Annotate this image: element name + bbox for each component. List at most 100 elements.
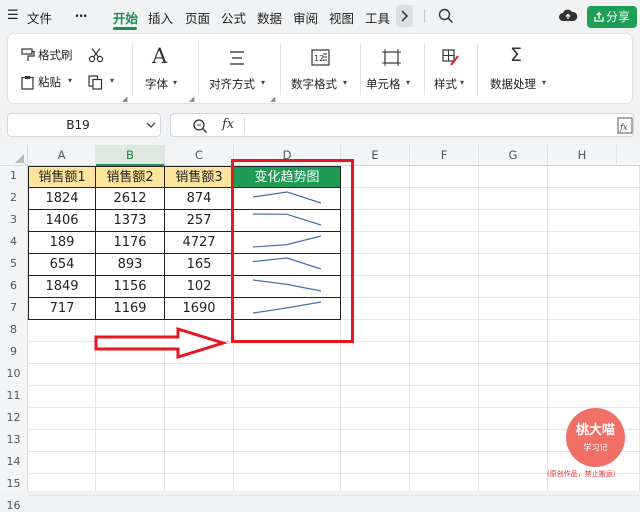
chevron-down-icon: ▾ <box>542 78 547 87</box>
styles-button[interactable]: 样式 ▾ <box>426 44 474 99</box>
gridline-horizontal <box>28 429 640 430</box>
data-cell[interactable]: 654 <box>28 254 96 276</box>
ribbon-divider <box>280 43 281 95</box>
data-cell[interactable]: 2612 <box>96 188 165 210</box>
data-cell[interactable]: 1849 <box>28 276 96 298</box>
data-cell[interactable]: 1406 <box>28 210 96 232</box>
spreadsheet-grid[interactable]: A B C D E F G H 1 2 3 4 5 6 7 8 9 10 11 12 13 14 15 16 … <box>0 145 640 512</box>
row-header[interactable]: 7 <box>0 301 27 314</box>
data-cell[interactable]: 102 <box>165 276 234 298</box>
gridline-vertical <box>547 166 548 491</box>
row-header[interactable]: 6 <box>0 279 27 292</box>
header-cell-a[interactable]: 销售额1 <box>28 166 96 188</box>
data-cell[interactable]: 874 <box>165 188 234 210</box>
expand-corner-icon[interactable]: ◢ <box>270 95 275 103</box>
data-cell[interactable]: 1373 <box>96 210 165 232</box>
data-cell[interactable]: 1176 <box>96 232 165 254</box>
header-cell-b[interactable]: 销售额2 <box>96 166 165 188</box>
row-headers: 1 2 3 4 5 6 7 8 9 10 11 12 13 14 15 16 <box>0 166 28 512</box>
row-header[interactable]: 12 <box>0 411 27 424</box>
data-cell[interactable]: 717 <box>28 298 96 320</box>
column-header-a[interactable]: A <box>28 145 96 166</box>
data-processing-label: 数据处理 <box>490 77 536 91</box>
data-cell[interactable]: 4727 <box>165 232 234 254</box>
column-header-h[interactable]: H <box>548 145 617 166</box>
font-button[interactable]: A 字体 ▾ <box>138 44 186 99</box>
column-header-b[interactable]: B <box>96 145 165 166</box>
search-icon[interactable] <box>438 8 454 24</box>
number-format-button[interactable]: 12 数字格式 ▾ <box>284 44 356 99</box>
select-all-triangle-icon <box>15 154 24 163</box>
row-header[interactable]: 4 <box>0 235 27 248</box>
font-label: 字体 <box>145 77 168 91</box>
cloud-sync-icon[interactable] <box>558 7 578 25</box>
data-cell[interactable]: 1690 <box>165 298 234 320</box>
row-header[interactable]: 15 <box>0 477 27 490</box>
tab-review[interactable]: 审阅 <box>293 8 318 27</box>
tab-formulas[interactable]: 公式 <box>221 8 246 27</box>
highlight-box <box>231 159 354 343</box>
tab-tools[interactable]: 工具 <box>365 8 390 27</box>
chevron-down-icon: ▾ <box>110 76 115 85</box>
row-header[interactable]: 5 <box>0 257 27 270</box>
ribbon-toolbar: 格式刷 粘贴 ▾ ▾ ◢ A 字体 ▾ ◢ 对齐方式 ▾ ◢ 12 数字格式 ▾… <box>7 33 633 104</box>
header-cell-c[interactable]: 销售额3 <box>165 166 234 188</box>
fx-icon[interactable]: fx <box>222 117 234 132</box>
cells-icon <box>382 49 401 66</box>
gridline-vertical <box>409 166 410 491</box>
share-icon <box>594 11 604 22</box>
name-box[interactable]: B19 <box>7 113 161 137</box>
format-painter-icon <box>21 48 35 61</box>
chevron-down-icon[interactable] <box>146 122 156 129</box>
row-header[interactable]: 2 <box>0 191 27 204</box>
menu-file[interactable]: 文件 <box>27 8 52 27</box>
data-processing-button[interactable]: Σ 数据处理 ▾ <box>482 44 554 99</box>
tab-home[interactable]: 开始 <box>113 8 138 27</box>
data-cell[interactable]: 165 <box>165 254 234 276</box>
row-header[interactable]: 9 <box>0 345 27 358</box>
formula-area: fx fx <box>170 113 634 137</box>
data-cell[interactable]: 189 <box>28 232 96 254</box>
gridline-horizontal <box>28 451 640 452</box>
more-tabs-button[interactable] <box>396 5 413 27</box>
column-header-g[interactable]: G <box>479 145 548 166</box>
row-header[interactable]: 14 <box>0 455 27 468</box>
row-header[interactable]: 11 <box>0 389 27 402</box>
tab-data[interactable]: 数据 <box>257 8 282 27</box>
column-header-f[interactable]: F <box>410 145 479 166</box>
share-button[interactable]: 分享 <box>587 6 637 28</box>
row-header[interactable]: 16 <box>0 499 27 512</box>
arrow-right-icon <box>94 327 228 359</box>
ribbon-divider <box>360 43 361 95</box>
expand-corner-icon[interactable]: ◢ <box>122 95 127 103</box>
number-format-label: 数字格式 <box>291 77 337 91</box>
row-header[interactable]: 8 <box>0 323 27 336</box>
paste-label: 粘贴 <box>38 75 61 89</box>
data-cell[interactable]: 893 <box>96 254 165 276</box>
zoom-icon[interactable] <box>192 118 208 134</box>
data-cell[interactable]: 257 <box>165 210 234 232</box>
menu-hamburger-icon[interactable]: ☰ <box>7 8 19 23</box>
gridline-horizontal <box>28 363 640 364</box>
data-cell[interactable]: 1824 <box>28 188 96 210</box>
function-wizard-icon[interactable]: fx <box>617 117 633 134</box>
tab-view[interactable]: 视图 <box>329 8 354 27</box>
data-cell[interactable]: 1169 <box>96 298 165 320</box>
more-menu-icon[interactable]: ⋯ <box>75 8 88 23</box>
tab-page[interactable]: 页面 <box>185 8 210 27</box>
row-header[interactable]: 3 <box>0 213 27 226</box>
data-cell[interactable]: 1156 <box>96 276 165 298</box>
row-header[interactable]: 1 <box>0 169 27 182</box>
chevron-down-icon: ▾ <box>68 76 73 85</box>
row-header[interactable]: 10 <box>0 367 27 380</box>
tab-insert[interactable]: 插入 <box>148 8 173 27</box>
column-header-c[interactable]: C <box>165 145 234 166</box>
watermark-note: (原创作品，禁止搬运) <box>547 470 616 478</box>
cells-label: 单元格 <box>366 77 401 91</box>
cut-icon[interactable] <box>88 47 104 63</box>
row-header[interactable]: 13 <box>0 433 27 446</box>
select-all-corner[interactable] <box>0 145 28 166</box>
expand-corner-icon[interactable]: ◢ <box>189 95 194 103</box>
cells-button[interactable]: 单元格 ▾ <box>362 44 422 99</box>
alignment-button[interactable]: 对齐方式 ▾ <box>203 44 273 99</box>
